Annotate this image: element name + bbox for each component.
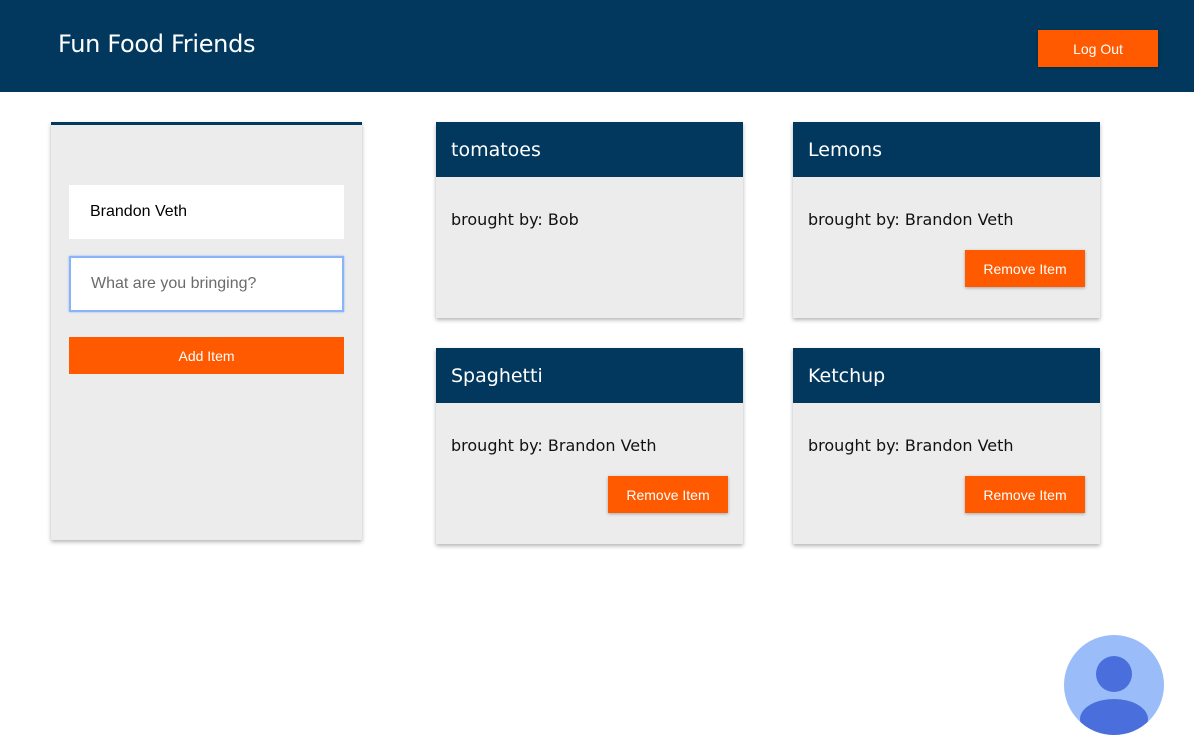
item-card: Lemons brought by: Brandon Veth Remove I… (793, 122, 1100, 318)
username-field[interactable]: Brandon Veth (69, 185, 344, 239)
remove-item-button[interactable]: Remove Item (965, 250, 1085, 287)
item-card: Spaghetti brought by: Brandon Veth Remov… (436, 348, 743, 544)
item-title: tomatoes (436, 122, 743, 177)
item-card: Ketchup brought by: Brandon Veth Remove … (793, 348, 1100, 544)
item-input[interactable] (69, 256, 344, 312)
item-card: tomatoes brought by: Bob (436, 122, 743, 318)
remove-item-button[interactable]: Remove Item (965, 476, 1085, 513)
brought-by-text: brought by: Brandon Veth (808, 436, 1014, 455)
item-body: brought by: Bob (436, 177, 743, 318)
user-avatar-icon[interactable] (1064, 635, 1164, 735)
brought-by-text: brought by: Bob (451, 210, 579, 229)
add-item-form: Brandon Veth Add Item (51, 122, 362, 540)
item-body: brought by: Brandon Veth Remove Item (793, 403, 1100, 544)
item-title: Lemons (793, 122, 1100, 177)
item-body: brought by: Brandon Veth Remove Item (436, 403, 743, 544)
user-silhouette-icon (1080, 656, 1148, 735)
app-title: Fun Food Friends (58, 30, 256, 58)
add-item-button[interactable]: Add Item (69, 337, 344, 374)
brought-by-text: brought by: Brandon Veth (808, 210, 1014, 229)
brought-by-text: brought by: Brandon Veth (451, 436, 657, 455)
app-header: Fun Food Friends Log Out (0, 0, 1194, 92)
logout-button[interactable]: Log Out (1038, 30, 1158, 67)
item-body: brought by: Brandon Veth Remove Item (793, 177, 1100, 318)
item-title: Ketchup (793, 348, 1100, 403)
item-title: Spaghetti (436, 348, 743, 403)
remove-item-button[interactable]: Remove Item (608, 476, 728, 513)
